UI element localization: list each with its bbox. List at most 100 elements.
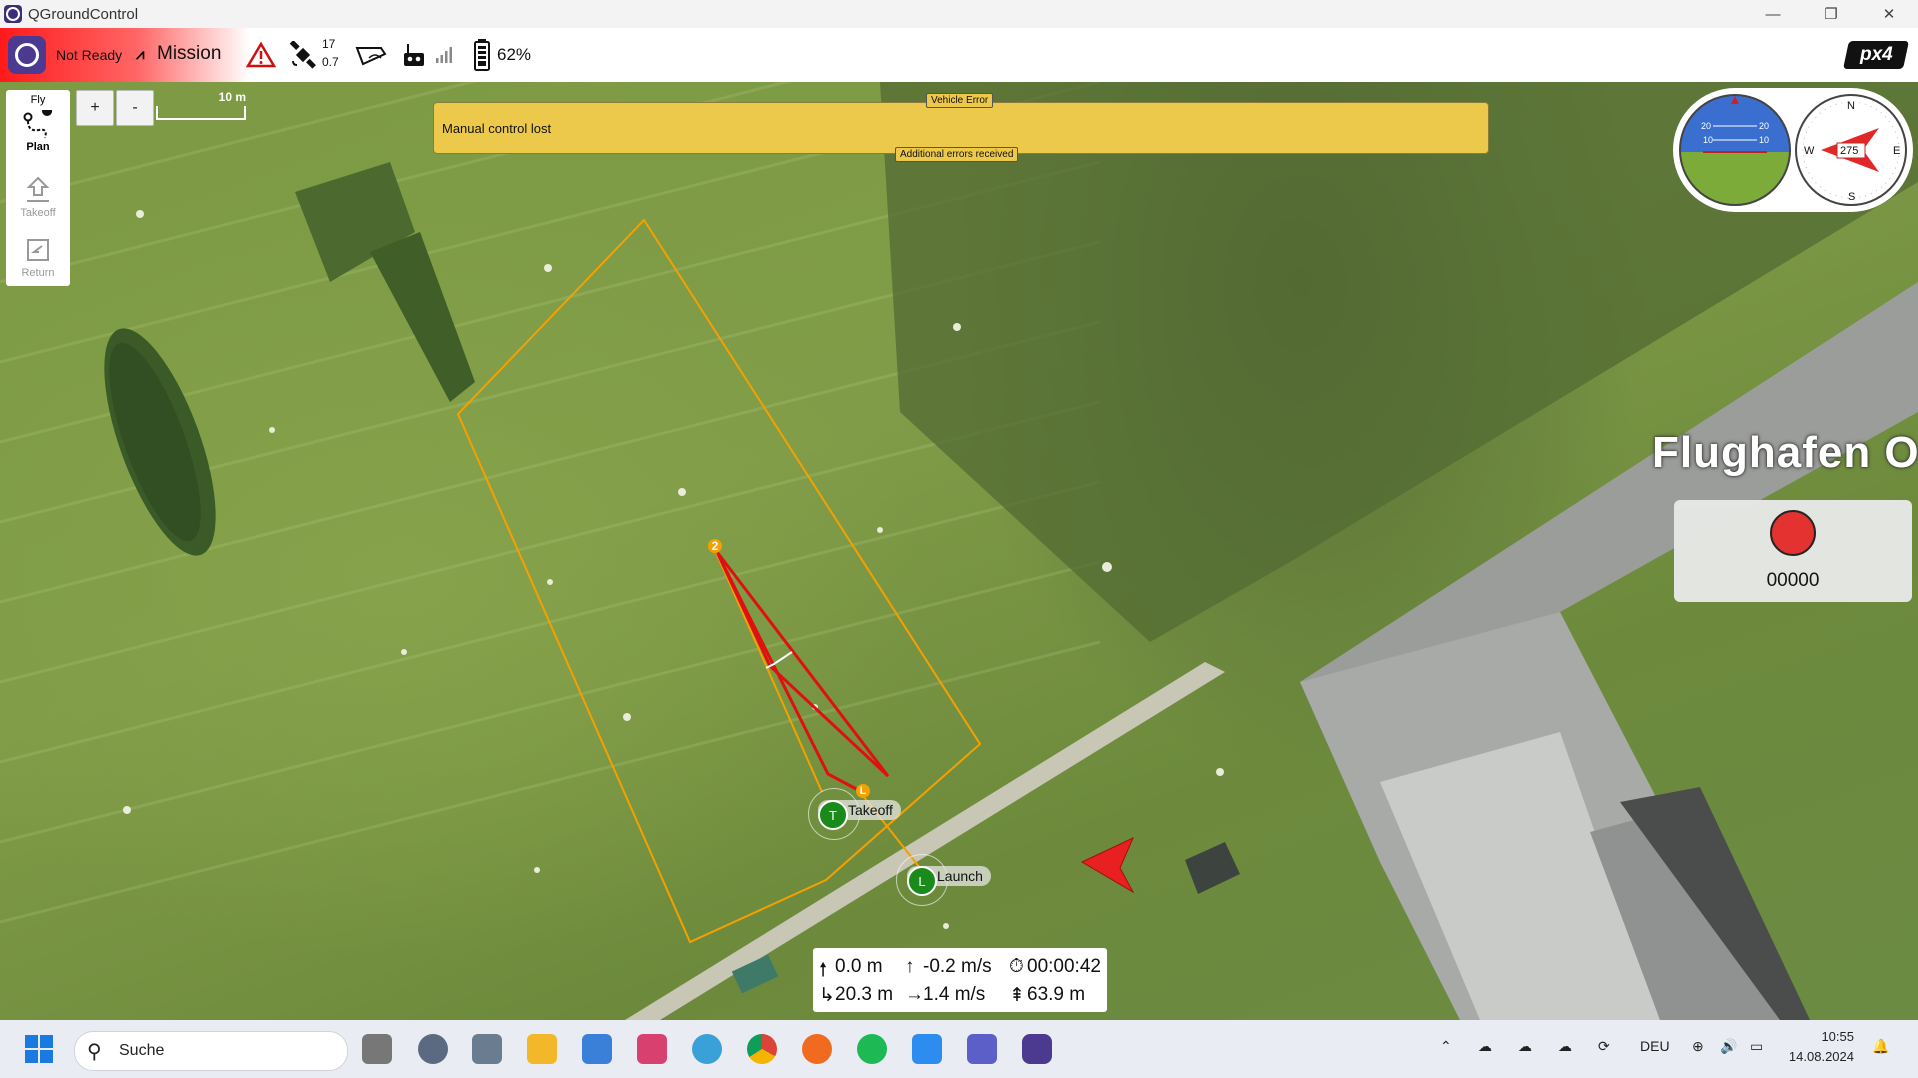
- record-counter: 00000: [1766, 570, 1820, 591]
- title-bar: QGroundControl — ❐ ✕: [0, 0, 1918, 28]
- vehicle-status[interactable]: Not Ready: [56, 47, 122, 63]
- compass-heading: 275: [1840, 145, 1858, 157]
- zoom-out-button[interactable]: -: [116, 90, 154, 126]
- mode-icon: ⩘: [136, 46, 145, 63]
- waypoint-2-marker[interactable]: 2: [708, 539, 722, 553]
- flight-time-value: 00:00:42: [1027, 956, 1101, 977]
- warning-icon[interactable]: [246, 42, 276, 68]
- horizontal-speed-icon: →: [905, 984, 924, 1005]
- snipping-tool-icon[interactable]: [637, 1034, 667, 1064]
- pitch-label-10-right: 10: [1759, 135, 1769, 145]
- settings-gear-icon[interactable]: [418, 1034, 448, 1064]
- chrome-icon[interactable]: [747, 1034, 777, 1064]
- rc-transmitter-icon[interactable]: [401, 42, 427, 68]
- qgc-logo-button[interactable]: [8, 36, 46, 74]
- record-button[interactable]: [1770, 510, 1816, 556]
- takeoff-marker[interactable]: T: [818, 800, 848, 830]
- spotify-icon[interactable]: [857, 1034, 887, 1064]
- compass-s: S: [1848, 191, 1855, 203]
- battery-icon[interactable]: [474, 39, 490, 71]
- sync-icon[interactable]: ⟳: [1598, 1038, 1610, 1055]
- attitude-indicator: [1680, 95, 1790, 205]
- home-distance-icon: ⇞: [1009, 985, 1025, 1006]
- maps-globe-icon[interactable]: [692, 1034, 722, 1064]
- compass-w: W: [1804, 145, 1815, 157]
- takeoff-tool-label: Takeoff: [20, 207, 56, 219]
- firefox-icon[interactable]: [802, 1034, 832, 1064]
- qgc-app-icon: [4, 5, 22, 23]
- error-header: Vehicle Error: [926, 93, 994, 108]
- plan-tool-label: Plan: [26, 141, 50, 153]
- telemetry-link-icon[interactable]: [355, 44, 387, 66]
- takeoff-arrow-icon: [26, 176, 50, 202]
- clock-date[interactable]: 14.08.2024: [1786, 1049, 1854, 1064]
- satellite-icon[interactable]: [289, 41, 317, 69]
- search-box[interactable]: ⚲ Suche: [74, 1031, 348, 1071]
- error-message: Manual control lost: [442, 121, 552, 136]
- telemetry-panel[interactable]: 🠕 0.0 m ↑ -0.2 m/s ⏱ 00:00:42 ↳ 20.3 m →…: [813, 948, 1107, 1012]
- return-tool-label: Return: [21, 267, 55, 279]
- battery-tray-icon[interactable]: ▭: [1750, 1038, 1763, 1055]
- cloud-sync-icon[interactable]: ☁: [1558, 1038, 1572, 1055]
- tray-chevron-icon[interactable]: ⌃: [1440, 1038, 1452, 1055]
- return-arrow-icon: [27, 239, 49, 261]
- network-globe-icon[interactable]: ⊕: [1692, 1038, 1704, 1055]
- altitude-value: 0.0 m: [835, 956, 883, 977]
- teams-icon[interactable]: [967, 1034, 997, 1064]
- language-indicator[interactable]: DEU: [1640, 1038, 1670, 1054]
- microsoft-store-icon[interactable]: [582, 1034, 612, 1064]
- launch-marker[interactable]: L: [907, 866, 937, 896]
- pitch-label-20-right: 20: [1759, 121, 1769, 131]
- flight-mode[interactable]: Mission: [157, 43, 221, 65]
- satellite-hdop: 0.7: [322, 55, 339, 69]
- home-distance-value: 63.9 m: [1027, 984, 1086, 1005]
- close-button[interactable]: ✕: [1860, 0, 1918, 28]
- plan-tool[interactable]: Plan: [6, 106, 70, 153]
- additional-errors-label[interactable]: Additional errors received: [895, 147, 1019, 162]
- map-scale: 10 m: [156, 90, 246, 122]
- qgroundcontrol-taskbar-icon[interactable]: [1022, 1034, 1052, 1064]
- geofence-polygon: [456, 218, 982, 944]
- distance-value: 20.3 m: [835, 984, 894, 1005]
- instrument-panel[interactable]: 20 20 10 10 N S E W 275: [1673, 88, 1913, 212]
- window-title: QGroundControl: [28, 5, 139, 23]
- maximize-button[interactable]: ❐: [1802, 0, 1860, 28]
- land-marker[interactable]: L: [856, 784, 870, 798]
- zoom-in-button[interactable]: +: [76, 90, 114, 126]
- px4-logo: px4: [1843, 41, 1909, 69]
- flight-time-icon: ⏱: [1009, 956, 1024, 977]
- place-label: Flughafen Oc: [1652, 428, 1918, 477]
- task-view-icon[interactable]: [362, 1034, 392, 1064]
- vertical-speed-icon: ↑: [905, 956, 915, 977]
- distance-icon: ↳: [819, 985, 835, 1006]
- scale-label: 10 m: [218, 90, 246, 104]
- minimize-button[interactable]: —: [1744, 0, 1802, 28]
- compass-e: E: [1893, 145, 1900, 157]
- return-tool[interactable]: Return: [6, 236, 70, 279]
- clock-time[interactable]: 10:55: [1794, 1029, 1854, 1044]
- onedrive-business-icon[interactable]: ☁: [1518, 1038, 1532, 1055]
- main-toolbar: Not Ready ⩘ Mission 17 0.7 62% px4: [0, 28, 1918, 82]
- windows-taskbar: ⚲ Suche ⌃ ☁ ☁ ☁ ⟳ DEU ⊕ 🔊 ▭ 10:55 14.08.…: [0, 1020, 1918, 1078]
- notification-bell-icon[interactable]: 🔔: [1872, 1038, 1889, 1055]
- battery-percent: 62%: [497, 45, 532, 64]
- signal-strength-icon: [436, 47, 452, 63]
- calculator-icon[interactable]: [472, 1034, 502, 1064]
- pitch-label-20-left: 20: [1701, 121, 1711, 131]
- map-view[interactable]: Flughafen Oc 2 L Takeoff T Launch L: [0, 82, 1918, 1020]
- onedrive-icon[interactable]: ☁: [1478, 1038, 1492, 1055]
- fly-tool-label[interactable]: Fly: [6, 94, 70, 106]
- horizontal-speed-value: 1.4 m/s: [923, 984, 986, 1005]
- flight-track: [712, 547, 890, 794]
- file-explorer-icon[interactable]: [527, 1034, 557, 1064]
- search-placeholder: Suche: [119, 1042, 165, 1059]
- video-record-panel: 00000: [1674, 500, 1912, 602]
- volume-icon[interactable]: 🔊: [1720, 1038, 1737, 1055]
- takeoff-tool[interactable]: Takeoff: [6, 176, 70, 219]
- tool-strip: Fly Plan Takeoff Return: [6, 90, 70, 286]
- compass-indicator: N S E W 275: [1795, 94, 1907, 206]
- vertical-speed-value: -0.2 m/s: [923, 956, 992, 977]
- remote-desktop-icon[interactable]: [912, 1034, 942, 1064]
- satellite-count: 17: [322, 37, 336, 51]
- windows-start-icon[interactable]: [24, 1034, 54, 1064]
